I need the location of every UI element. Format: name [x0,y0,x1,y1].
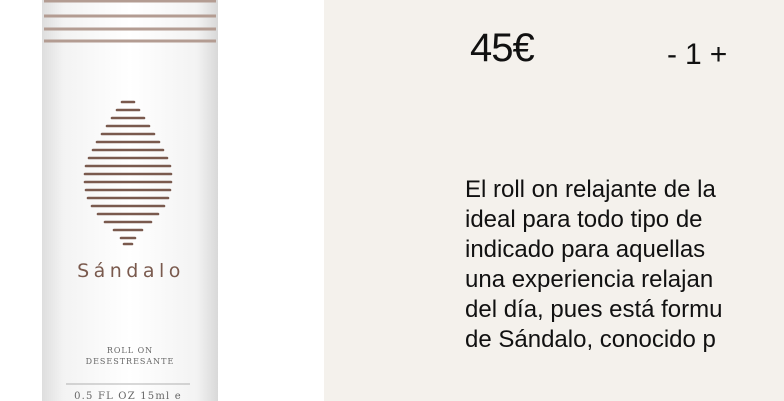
decrease-quantity-button[interactable]: - [667,40,677,70]
description-line: del día, pues está formu [465,296,723,323]
increase-quantity-button[interactable]: + [710,40,728,70]
description-line: El roll on relajante de la [465,176,716,203]
product-type-line2: DESESTRESANTE [86,357,175,366]
description-line: ideal para todo tipo de [465,206,703,233]
quantity-stepper[interactable]: - 1 + [667,40,727,70]
description-line: una experiencia relajan [465,266,714,293]
brand-label: Sándalo [77,260,185,282]
description-line: de Sándalo, conocido p [465,326,716,353]
product-type-line1: ROLL ON [107,346,153,355]
product-image: Sándalo ROLL ON DESESTRESANTE 0.5 FL OZ … [42,0,218,401]
quantity-value: 1 [685,38,702,71]
description-line: indicado para aquellas [465,236,706,263]
product-price: 45€ [470,26,535,70]
tube-body [42,0,218,401]
volume-label: 0.5 FL OZ 15ml e [74,391,182,401]
product-description: El roll on relajante de la ideal para to… [465,175,784,355]
product-page: Sándalo ROLL ON DESESTRESANTE 0.5 FL OZ … [0,0,784,401]
product-image-panel: Sándalo ROLL ON DESESTRESANTE 0.5 FL OZ … [0,0,324,401]
